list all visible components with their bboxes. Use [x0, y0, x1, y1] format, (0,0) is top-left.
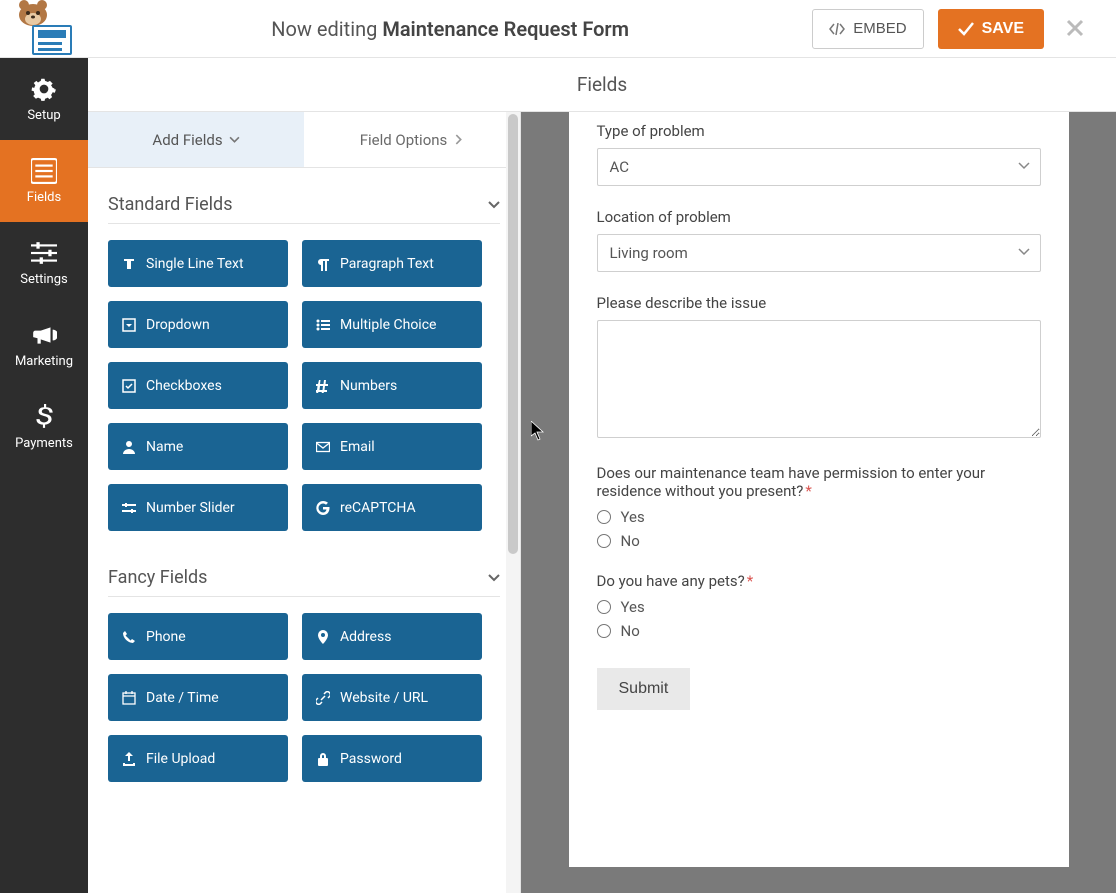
embed-button[interactable]: EMBED [812, 9, 923, 49]
field-email[interactable]: Email [302, 423, 482, 470]
sidenav-payments[interactable]: Payments [0, 386, 88, 468]
close-icon [1066, 19, 1084, 37]
label-describe: Please describe the issue [597, 294, 1041, 312]
textarea-describe-issue[interactable] [597, 320, 1041, 438]
radio-label: No [621, 532, 640, 550]
check-icon [958, 22, 974, 36]
scrollbar-thumb[interactable] [508, 114, 518, 554]
side-nav: Setup Fields Settings Marketing Payments [0, 58, 88, 893]
page-title: Now editing Maintenance Request Form [88, 17, 812, 41]
label-pets: Do you have any pets?* [597, 572, 1041, 590]
radio-pets-no[interactable] [597, 624, 611, 638]
field-multiple-choice[interactable]: Multiple Choice [302, 301, 482, 348]
radio-permission-yes[interactable] [597, 510, 611, 524]
hashtag-icon [316, 379, 330, 393]
radio-pets-yes[interactable] [597, 600, 611, 614]
chevron-down-icon [1018, 248, 1030, 256]
field-name[interactable]: Name [108, 423, 288, 470]
caret-square-down-icon [122, 318, 136, 332]
field-password[interactable]: Password [302, 735, 482, 782]
radio-label: Yes [621, 598, 645, 616]
select-type-of-problem[interactable]: AC [597, 148, 1041, 186]
list-ul-icon [316, 318, 330, 332]
submit-button[interactable]: Submit [597, 668, 691, 710]
field-numbers[interactable]: Numbers [302, 362, 482, 409]
chevron-down-icon [1018, 162, 1030, 170]
label-location: Location of problem [597, 208, 1041, 226]
field-paragraph-text[interactable]: Paragraph Text [302, 240, 482, 287]
sidenav-settings[interactable]: Settings [0, 222, 88, 304]
field-checkboxes[interactable]: Checkboxes [108, 362, 288, 409]
chevron-down-icon [229, 134, 240, 145]
google-icon [316, 501, 330, 515]
save-button[interactable]: SAVE [938, 9, 1044, 49]
code-icon [829, 23, 845, 35]
link-icon [316, 691, 330, 705]
top-bar: Now editing Maintenance Request Form EMB… [0, 0, 1116, 58]
sidenav-fields[interactable]: Fields [0, 140, 88, 222]
field-phone[interactable]: Phone [108, 613, 288, 660]
field-date-time[interactable]: Date / Time [108, 674, 288, 721]
envelope-icon [316, 440, 330, 454]
sidenav-marketing[interactable]: Marketing [0, 304, 88, 386]
chevron-down-icon [488, 574, 500, 582]
text-icon [122, 257, 136, 271]
field-file-upload[interactable]: File Upload [108, 735, 288, 782]
scrollbar[interactable] [506, 112, 520, 893]
upload-icon [122, 752, 136, 766]
paragraph-icon [316, 257, 330, 271]
calendar-icon [122, 691, 136, 705]
group-fancy-toggle[interactable]: Fancy Fields [108, 555, 500, 597]
form-icon [32, 25, 72, 55]
slider-icon [122, 501, 136, 515]
section-title: Fields [88, 58, 1116, 112]
radio-permission-no[interactable] [597, 534, 611, 548]
gear-icon [31, 76, 57, 102]
select-location[interactable]: Living room [597, 234, 1041, 272]
label-type-of-problem: Type of problem [597, 122, 1041, 140]
radio-label: No [621, 622, 640, 640]
field-number-slider[interactable]: Number Slider [108, 484, 288, 531]
label-permission: Does our maintenance team have permissio… [597, 464, 1041, 500]
bear-icon [16, 0, 50, 27]
field-website-url[interactable]: Website / URL [302, 674, 482, 721]
tab-add-fields[interactable]: Add Fields [88, 112, 304, 167]
field-single-line-text[interactable]: Single Line Text [108, 240, 288, 287]
chevron-right-icon [453, 134, 464, 145]
close-button[interactable] [1058, 15, 1092, 43]
tab-field-options[interactable]: Field Options [304, 112, 520, 167]
fields-panel: Add Fields Field Options Standard Fields [88, 112, 521, 893]
check-square-icon [122, 379, 136, 393]
user-icon [122, 440, 136, 454]
lock-icon [316, 752, 330, 766]
field-dropdown[interactable]: Dropdown [108, 301, 288, 348]
chevron-down-icon [488, 201, 500, 209]
radio-label: Yes [621, 508, 645, 526]
phone-icon [122, 630, 136, 644]
sidenav-setup[interactable]: Setup [0, 58, 88, 140]
field-address[interactable]: Address [302, 613, 482, 660]
dollar-icon [31, 404, 57, 430]
sliders-icon [31, 240, 57, 266]
app-logo [0, 0, 88, 58]
field-recaptcha[interactable]: reCAPTCHA [302, 484, 482, 531]
bullhorn-icon [31, 322, 57, 348]
map-marker-icon [316, 630, 330, 644]
group-standard-toggle[interactable]: Standard Fields [108, 182, 500, 224]
form-preview: Type of problem AC Location of problem L… [521, 112, 1116, 893]
list-icon [31, 158, 57, 184]
